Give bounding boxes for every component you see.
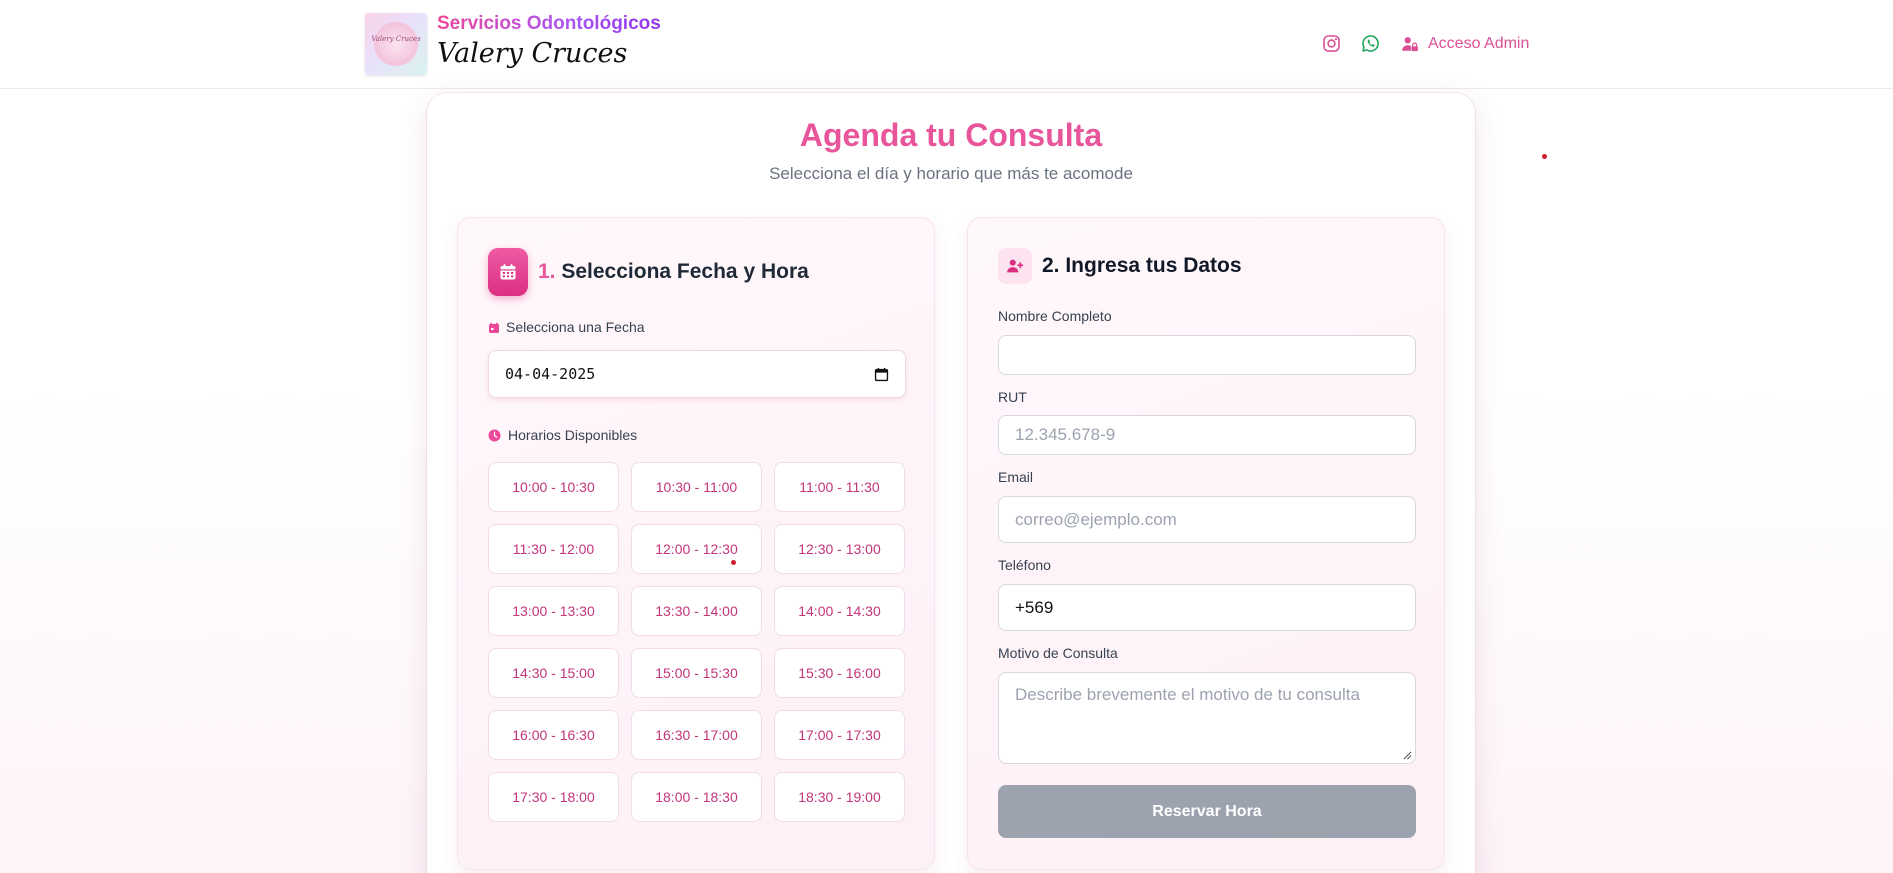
time-slot[interactable]: 18:30 - 19:00: [774, 772, 905, 822]
brand-subtitle: Servicios Odontológicos: [437, 13, 661, 34]
reason-placeholder: Describe brevemente el motivo de tu cons…: [1015, 685, 1360, 704]
clock-icon: [488, 429, 501, 442]
user-lock-icon: [1402, 37, 1418, 52]
email-label: Email: [998, 469, 1034, 485]
time-slot[interactable]: 12:30 - 13:00: [774, 524, 905, 574]
page-title: Agenda tu Consulta: [799, 117, 1103, 153]
step2-title: 2. Ingresa tus Datos: [1042, 254, 1242, 277]
instagram-icon[interactable]: [1322, 34, 1341, 53]
top-navbar: Valery Cruces Servicios Odontológicos Va…: [0, 0, 1893, 89]
slots-label: Horarios Disponibles: [508, 427, 638, 443]
logo-text: Valery Cruces: [371, 35, 421, 43]
marker-dot: [731, 560, 736, 565]
time-slot[interactable]: 11:30 - 12:00: [488, 524, 619, 574]
time-slot[interactable]: 11:00 - 11:30: [774, 462, 905, 512]
page-subtitle: Selecciona el día y horario que más te a…: [769, 164, 1133, 183]
resize-grip-icon[interactable]: [1403, 751, 1412, 760]
user-plus-icon: [1007, 259, 1024, 273]
time-slot[interactable]: 17:30 - 18:00: [488, 772, 619, 822]
personal-data-panel: 2. Ingresa tus Datos Nombre Completo RUT…: [967, 217, 1445, 870]
time-slot[interactable]: 14:00 - 14:30: [774, 586, 905, 636]
step1-title: 1. Selecciona Fecha y Hora: [538, 260, 809, 284]
time-slot[interactable]: 15:00 - 15:30: [631, 648, 762, 698]
step1-title-text: Selecciona Fecha y Hora: [561, 260, 809, 283]
reason-label: Motivo de Consulta: [998, 645, 1118, 661]
calendar-picker-icon[interactable]: [874, 367, 889, 382]
reason-textarea[interactable]: Describe brevemente el motivo de tu cons…: [998, 672, 1416, 764]
email-field[interactable]: correo@ejemplo.com: [998, 496, 1416, 543]
rut-field[interactable]: 12.345.678-9: [998, 415, 1416, 455]
calendar-small-icon: [489, 322, 499, 333]
brand-name: Valery Cruces: [437, 38, 628, 69]
phone-label: Teléfono: [998, 557, 1051, 573]
time-slot[interactable]: 12:00 - 12:30: [631, 524, 762, 574]
time-slot[interactable]: 15:30 - 16:00: [774, 648, 905, 698]
user-badge: [998, 248, 1032, 284]
calendar-badge: [488, 248, 528, 296]
time-slot[interactable]: 16:00 - 16:30: [488, 710, 619, 760]
logo-circle: [374, 22, 418, 66]
step1-number: 1.: [538, 260, 556, 283]
brand-logo[interactable]: Valery Cruces: [365, 13, 427, 75]
whatsapp-icon[interactable]: [1361, 34, 1380, 53]
time-slot[interactable]: 16:30 - 17:00: [631, 710, 762, 760]
time-slot[interactable]: 13:30 - 14:00: [631, 586, 762, 636]
admin-access-link[interactable]: Acceso Admin: [1400, 33, 1529, 55]
date-input[interactable]: 04-04-2025: [488, 350, 906, 398]
name-label: Nombre Completo: [998, 308, 1112, 324]
date-label: Selecciona una Fecha: [506, 319, 645, 335]
date-value: 04-04-2025: [505, 365, 596, 383]
reserve-button[interactable]: Reservar Hora: [998, 785, 1416, 838]
time-slot[interactable]: 10:30 - 11:00: [631, 462, 762, 512]
admin-access-label: Acceso Admin: [1428, 35, 1530, 52]
date-time-panel: 1. Selecciona Fecha y Hora Selecciona un…: [457, 217, 935, 870]
name-field[interactable]: [998, 335, 1416, 375]
time-slot[interactable]: 18:00 - 18:30: [631, 772, 762, 822]
phone-field[interactable]: +569: [998, 584, 1416, 631]
booking-card: Agenda tu Consulta Selecciona el día y h…: [427, 93, 1475, 873]
marker-dot: [1542, 154, 1547, 159]
calendar-icon: [500, 264, 516, 280]
time-slot[interactable]: 10:00 - 10:30: [488, 462, 619, 512]
time-slot[interactable]: 14:30 - 15:00: [488, 648, 619, 698]
time-slot[interactable]: 13:00 - 13:30: [488, 586, 619, 636]
time-slot[interactable]: 17:00 - 17:30: [774, 710, 905, 760]
rut-label: RUT: [998, 389, 1027, 405]
